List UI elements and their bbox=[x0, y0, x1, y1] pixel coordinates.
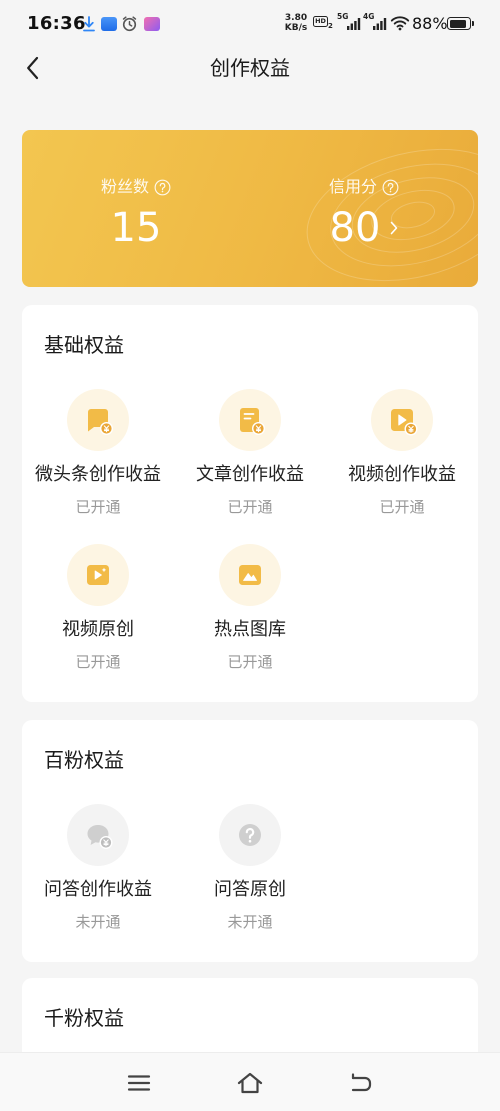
benefit-item-video-income[interactable]: 视频创作收益 已开通 bbox=[326, 389, 478, 517]
home-icon bbox=[237, 1072, 263, 1094]
back-icon bbox=[351, 1073, 372, 1092]
video-income-icon bbox=[391, 409, 418, 436]
benefit-status: 已开通 bbox=[75, 653, 121, 671]
icon-badge bbox=[219, 544, 281, 606]
chevron-right-icon[interactable] bbox=[390, 221, 398, 235]
hd-voice-indicator: HD 2 bbox=[313, 15, 333, 32]
system-navigation-bar bbox=[0, 1052, 500, 1111]
benefit-status: 已开通 bbox=[227, 498, 273, 516]
menu-icon bbox=[127, 1075, 151, 1091]
qa-original-icon bbox=[239, 824, 261, 846]
fans-label-row: 粉丝数 bbox=[22, 175, 250, 199]
battery-level bbox=[449, 19, 467, 28]
icon-badge bbox=[67, 804, 129, 866]
hd-label: HD bbox=[313, 16, 328, 27]
network-speed: 3.80 KB/s bbox=[281, 13, 311, 33]
wifi-icon bbox=[390, 16, 410, 31]
icon-badge bbox=[371, 389, 433, 451]
image-library-icon bbox=[239, 565, 261, 585]
icon-badge bbox=[67, 389, 129, 451]
hd-index: 2 bbox=[328, 22, 333, 30]
fans-value: 15 bbox=[110, 205, 162, 251]
section-title: 百粉权益 bbox=[44, 748, 124, 772]
section-hundred-fans-benefits: 百粉权益 问答创作收益 未开通 问答原创 未开通 bbox=[22, 720, 478, 962]
alarm-icon bbox=[122, 16, 137, 32]
benefit-status: 未开通 bbox=[227, 913, 273, 931]
benefit-item-image-library[interactable]: 热点图库 已开通 bbox=[174, 544, 326, 672]
fans-value-row: 15 bbox=[22, 206, 250, 250]
section-basic-benefits: 基础权益 微头条创作收益 已开通 文章创作收益 已开通 视频创作收益 已开通 视… bbox=[22, 305, 478, 702]
home-button[interactable] bbox=[234, 1069, 266, 1097]
benefit-name: 微头条创作收益 bbox=[35, 464, 161, 485]
status-bar: 16:36 3.80 KB/s HD 2 5G 4G 88% bbox=[0, 0, 500, 48]
signal-4g: 4G bbox=[363, 13, 387, 31]
fans-stat: 粉丝数 15 bbox=[22, 130, 250, 287]
benefit-grid: 问答创作收益 未开通 问答原创 未开通 bbox=[22, 804, 478, 932]
credit-value-row[interactable]: 80 bbox=[250, 206, 478, 250]
status-time: 16:36 bbox=[27, 13, 86, 34]
benefit-status: 已开通 bbox=[227, 653, 273, 671]
benefit-item-video-original[interactable]: 视频原创 已开通 bbox=[22, 544, 174, 672]
benefit-name: 热点图库 bbox=[214, 619, 286, 640]
icon-badge bbox=[219, 804, 281, 866]
benefit-item-micro-post-income[interactable]: 微头条创作收益 已开通 bbox=[22, 389, 174, 517]
battery-icon bbox=[447, 17, 471, 30]
page-title: 创作权益 bbox=[210, 56, 290, 80]
credit-value: 80 bbox=[329, 205, 381, 251]
benefit-status: 已开通 bbox=[379, 498, 425, 516]
download-icon bbox=[83, 16, 95, 32]
benefit-item-qa-original[interactable]: 问答原创 未开通 bbox=[174, 804, 326, 932]
signal-bars-icon bbox=[347, 18, 361, 30]
network-speed-unit: KB/s bbox=[284, 23, 308, 33]
back-nav-button[interactable] bbox=[345, 1069, 377, 1097]
help-icon[interactable] bbox=[154, 179, 171, 196]
signal-5g: 5G bbox=[337, 13, 361, 31]
credit-stat[interactable]: 信用分 80 bbox=[250, 130, 478, 287]
icon-badge bbox=[219, 389, 281, 451]
benefit-item-qa-income[interactable]: 问答创作收益 未开通 bbox=[22, 804, 174, 932]
benefit-name: 视频创作收益 bbox=[348, 464, 456, 485]
network-speed-value: 3.80 bbox=[284, 13, 308, 23]
stats-card: 粉丝数 15 信用分 80 bbox=[22, 130, 478, 287]
benefit-name: 问答创作收益 bbox=[44, 879, 152, 900]
app-notification-icon bbox=[144, 17, 160, 31]
benefit-item-article-income[interactable]: 文章创作收益 已开通 bbox=[174, 389, 326, 517]
app-notification-icon bbox=[101, 17, 117, 31]
credit-label: 信用分 bbox=[328, 177, 377, 196]
benefit-status: 已开通 bbox=[75, 498, 121, 516]
help-icon[interactable] bbox=[382, 179, 399, 196]
micro-post-income-icon bbox=[88, 409, 114, 436]
benefit-name: 问答原创 bbox=[214, 879, 286, 900]
section-title: 千粉权益 bbox=[44, 1006, 124, 1030]
qa-income-icon bbox=[87, 825, 113, 850]
fans-label: 粉丝数 bbox=[100, 177, 149, 196]
benefit-status: 未开通 bbox=[75, 913, 121, 931]
section-title: 基础权益 bbox=[44, 333, 124, 357]
benefit-name: 视频原创 bbox=[62, 619, 134, 640]
benefit-grid: 微头条创作收益 已开通 文章创作收益 已开通 视频创作收益 已开通 视频原创 已… bbox=[22, 389, 478, 672]
signal-bars-icon bbox=[373, 18, 387, 30]
credit-label-row: 信用分 bbox=[250, 175, 478, 199]
benefit-name: 文章创作收益 bbox=[196, 464, 304, 485]
icon-badge bbox=[67, 544, 129, 606]
menu-button[interactable] bbox=[123, 1069, 155, 1097]
article-income-icon bbox=[240, 408, 266, 436]
video-original-icon bbox=[87, 565, 109, 585]
battery-terminal bbox=[472, 21, 474, 26]
battery-percentage: 88% bbox=[412, 14, 448, 33]
